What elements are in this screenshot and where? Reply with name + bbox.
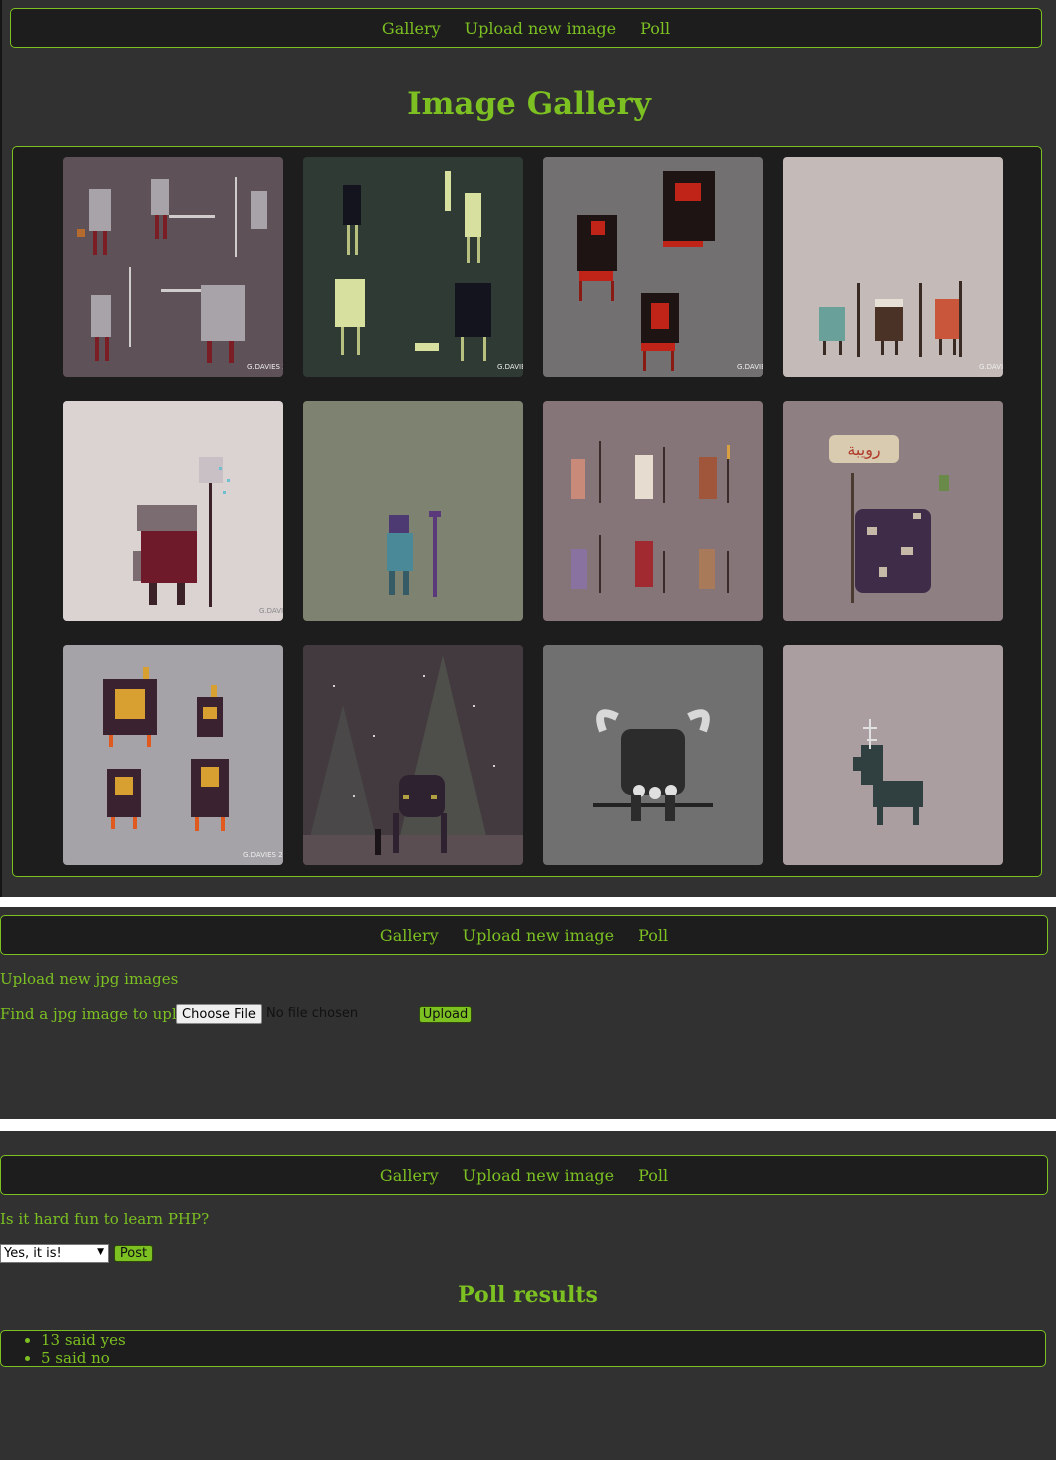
gallery-image-three-creatures[interactable]: G.DAVIES: [783, 157, 1003, 377]
result-item-yes: 13 said yes: [41, 1331, 1045, 1349]
nav-poll-link[interactable]: Poll: [638, 926, 668, 945]
armored-knights-art: G.DAVIES 2014: [63, 157, 283, 377]
watermark: G.DAVIES 2015: [497, 363, 523, 371]
gallery-image-cloaked-wizard[interactable]: رويبة: [783, 401, 1003, 621]
poll-question: Is it hard fun to learn PHP?: [0, 1210, 210, 1228]
svg-text:رويبة: رويبة: [847, 440, 880, 460]
nav-upload-link[interactable]: Upload new image: [463, 1166, 614, 1185]
gallery-image-armored-knights[interactable]: G.DAVIES 2014: [63, 157, 283, 377]
nav-gallery-link[interactable]: Gallery: [380, 1166, 439, 1185]
upload-heading: Upload new jpg images: [0, 970, 179, 988]
nav-poll-link[interactable]: Poll: [640, 19, 670, 38]
watermark: G.DAVIES 2014: [243, 851, 283, 859]
poll-page: Gallery Upload new image Poll Is it hard…: [0, 1131, 1056, 1460]
nav-poll-link[interactable]: Poll: [638, 1166, 668, 1185]
watermark: G.DAVIES 2014: [247, 363, 283, 371]
poll-results-box: 13 said yes 5 said no: [0, 1330, 1046, 1367]
gallery-container: G.DAVIES 2014 G.DAVIES 2015: [12, 146, 1042, 877]
poll-results-title: Poll results: [458, 1282, 598, 1308]
choose-file-button[interactable]: Choose File: [176, 1004, 262, 1024]
upload-button[interactable]: Upload: [419, 1006, 472, 1023]
upload-page: Gallery Upload new image Poll Upload new…: [0, 907, 1056, 1119]
blood-altars-art: G.DAVIES 2015: [543, 157, 763, 377]
forest-giant-art: [303, 645, 523, 865]
watermark: G.DAVIES: [259, 607, 283, 615]
nav-upload-link[interactable]: Upload new image: [463, 926, 614, 945]
three-creatures-art: G.DAVIES: [783, 157, 1003, 377]
page-title: Image Gallery: [407, 86, 651, 122]
watermark: G.DAVIES: [979, 363, 1003, 371]
gallery-image-horned-ogre[interactable]: [543, 645, 763, 865]
watermark: G.DAVIES 2015: [737, 363, 763, 371]
gallery-image-hooded-mage[interactable]: [303, 401, 523, 621]
nav-upload-link[interactable]: Upload new image: [465, 19, 616, 38]
nav-bar: Gallery Upload new image Poll: [0, 915, 1048, 955]
cloaked-wizard-art: رويبة: [783, 401, 1003, 621]
six-adventurers-art: [543, 401, 763, 621]
post-button[interactable]: Post: [114, 1245, 153, 1262]
selected-option: Yes, it is!: [4, 1246, 62, 1261]
nav-gallery-link[interactable]: Gallery: [382, 19, 441, 38]
gallery-image-skeleton-warriors[interactable]: G.DAVIES 2015: [303, 157, 523, 377]
result-item-no: 5 said no: [41, 1349, 1045, 1367]
skull-shaman-art: G.DAVIES: [63, 401, 283, 621]
horned-ogre-art: [543, 645, 763, 865]
gallery-image-six-adventurers[interactable]: [543, 401, 763, 621]
poll-answer-select[interactable]: Yes, it is! ▼: [0, 1244, 109, 1263]
golem-robots-art: G.DAVIES 2014: [63, 645, 283, 865]
ghost-horse-art: [783, 645, 1003, 865]
gallery-image-blood-altars[interactable]: G.DAVIES 2015: [543, 157, 763, 377]
results-list: 13 said yes 5 said no: [1, 1331, 1045, 1367]
nav-bar: Gallery Upload new image Poll: [10, 8, 1042, 48]
gallery-page: Gallery Upload new image Poll Image Gall…: [0, 0, 1056, 897]
nav-bar: Gallery Upload new image Poll: [0, 1155, 1048, 1195]
find-image-label: Find a jpg image to upload: [0, 1005, 205, 1023]
gallery-image-skull-shaman[interactable]: G.DAVIES: [63, 401, 283, 621]
gallery-image-forest-giant[interactable]: [303, 645, 523, 865]
hooded-mage-art: [303, 401, 523, 621]
gallery-image-ghost-horse[interactable]: [783, 645, 1003, 865]
gallery-image-golem-robots[interactable]: G.DAVIES 2014: [63, 645, 283, 865]
nav-gallery-link[interactable]: Gallery: [380, 926, 439, 945]
chevron-down-icon: ▼: [97, 1247, 104, 1257]
file-status-text: No file chosen: [266, 1006, 359, 1021]
skeleton-warriors-art: G.DAVIES 2015: [303, 157, 523, 377]
